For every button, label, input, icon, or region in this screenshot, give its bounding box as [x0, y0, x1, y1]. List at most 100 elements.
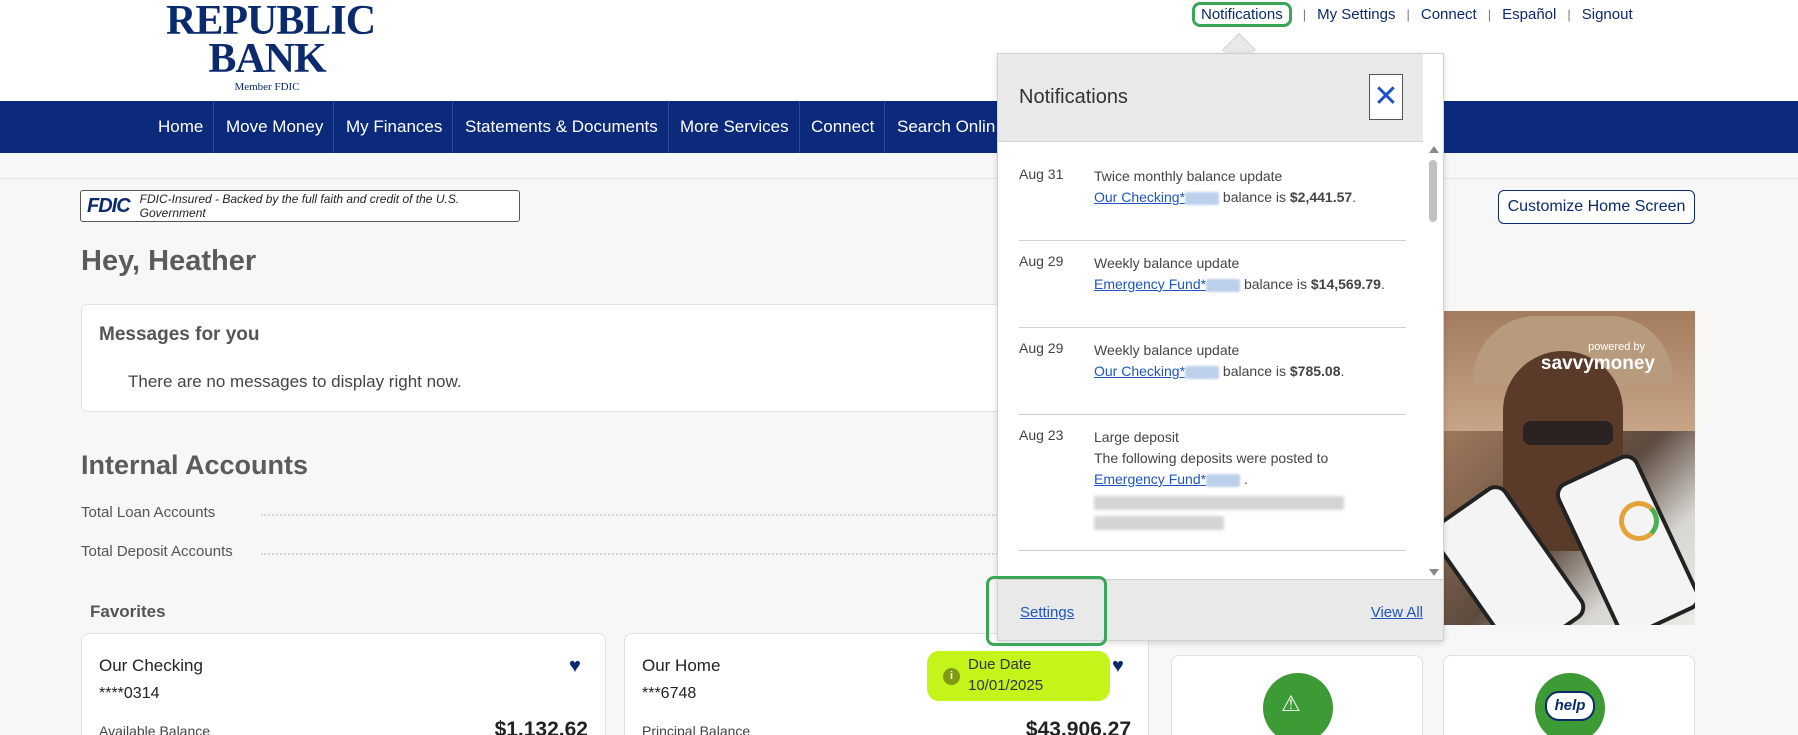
separator: |: [1487, 6, 1492, 22]
logo-line-2: BANK: [208, 36, 326, 82]
republic-bank-logo[interactable]: REPUBLIC BANK Member FDIC: [166, 0, 376, 93]
popup-title: Notifications: [1019, 86, 1128, 108]
redacted-number: [1206, 278, 1241, 292]
account-name: Our Home: [642, 656, 721, 675]
settings-highlight: Settings: [986, 576, 1107, 646]
savvymoney-promo-banner[interactable]: powered by savvymoney: [1443, 311, 1695, 625]
redacted-number: [1206, 473, 1241, 487]
notification-body: Weekly balance update Our Checking* bala…: [1094, 340, 1404, 382]
redacted-number: [1185, 365, 1220, 379]
my-settings-link[interactable]: My Settings: [1317, 6, 1395, 23]
notifications-popup: Notifications ✕ Aug 31 Twice monthly bal…: [986, 53, 1444, 646]
separator: |: [1302, 6, 1307, 22]
tile-help[interactable]: help: [1443, 655, 1695, 735]
greeting: Hey, Heather: [81, 245, 257, 277]
account-link[interactable]: Emergency Fund*: [1094, 471, 1206, 487]
account-number: ****0314: [99, 685, 160, 702]
fdic-text: FDIC-Insured - Backed by the full faith …: [139, 192, 460, 220]
notification-detail: Our Checking* balance is $2,441.57.: [1094, 187, 1404, 208]
total-deposit-accounts-label: Total Deposit Accounts: [81, 543, 233, 560]
notifications-link[interactable]: Notifications: [1192, 1, 1292, 27]
messages-title: Messages for you: [99, 324, 260, 345]
scroll-thumb[interactable]: [1429, 160, 1437, 222]
notification-headline: Large deposit: [1094, 429, 1179, 445]
promo-brand-logo: savvymoney: [1540, 353, 1655, 374]
close-icon[interactable]: ✕: [1369, 74, 1403, 120]
utility-nav: Notifications | My Settings | Connect | …: [1192, 0, 1633, 28]
notification-body: Large deposit The following deposits wer…: [1094, 427, 1404, 530]
notification-detail: Our Checking* balance is $785.08.: [1094, 361, 1404, 382]
balance-amount: $2,441.57: [1289, 189, 1353, 205]
notification-detail: Emergency Fund* .: [1094, 469, 1404, 490]
detail-period: .: [1340, 363, 1345, 379]
popup-footer: Settings View All: [986, 576, 1443, 646]
messages-empty-text: There are no messages to display right n…: [128, 372, 462, 391]
notification-date: Aug 29: [1019, 340, 1064, 356]
nav-item-search-online[interactable]: Search Onlin: [887, 101, 1005, 153]
nav-item-more-services[interactable]: More Services: [670, 101, 800, 153]
total-loan-accounts-row[interactable]: Total Loan Accounts: [81, 504, 1001, 521]
detail-text: balance is: [1219, 189, 1290, 205]
scroll-down-arrow-icon[interactable]: [1429, 569, 1439, 576]
promo-sunglasses-graphic: [1523, 421, 1613, 445]
espanol-link[interactable]: Español: [1502, 6, 1556, 23]
detail-text: balance is: [1240, 276, 1311, 292]
account-card-our-checking[interactable]: Our Checking ****0314 ♥ Available Balanc…: [81, 633, 606, 735]
signout-link[interactable]: Signout: [1582, 6, 1633, 23]
view-all-link[interactable]: View All: [1371, 604, 1423, 621]
notification-item: Aug 29 Weekly balance update Our Checkin…: [1019, 340, 1406, 415]
notification-date: Aug 29: [1019, 253, 1064, 269]
account-link[interactable]: Our Checking*: [1094, 189, 1185, 205]
notification-date: Aug 23: [1019, 427, 1064, 443]
leader-dots: [261, 553, 1001, 555]
scroll-up-arrow-icon[interactable]: [1429, 146, 1439, 153]
separator: |: [1406, 6, 1410, 22]
help-icon: help: [1535, 673, 1605, 735]
due-date-badge: i Due Date 10/01/2025: [927, 651, 1110, 701]
connect-link[interactable]: Connect: [1421, 6, 1477, 23]
card-alert-icon: ⚠: [1263, 673, 1333, 735]
total-loan-accounts-label: Total Loan Accounts: [81, 504, 216, 521]
nav-item-my-finances[interactable]: My Finances: [336, 101, 454, 153]
total-deposit-accounts-row[interactable]: Total Deposit Accounts: [81, 543, 1001, 560]
notification-headline: Weekly balance update: [1094, 342, 1240, 358]
credit-score-gauge-graphic: [1619, 501, 1659, 541]
nav-item-connect[interactable]: Connect: [801, 101, 886, 153]
notification-settings-link[interactable]: Settings: [1020, 604, 1074, 621]
favorite-heart-icon[interactable]: ♥: [569, 656, 589, 676]
notification-item: Aug 31 Twice monthly balance update Our …: [1019, 166, 1406, 241]
redacted-number: [1185, 191, 1220, 205]
promo-powered-by: powered by: [1588, 341, 1645, 353]
notification-headline: Twice monthly balance update: [1094, 168, 1283, 184]
notification-detail: Emergency Fund* balance is $14,569.79.: [1094, 274, 1404, 295]
favorite-heart-icon[interactable]: ♥: [1112, 656, 1132, 676]
tile-fraud-alert[interactable]: ⚠: [1171, 655, 1423, 735]
popup-scrollbar[interactable]: [1428, 146, 1439, 576]
redacted-deposit-detail: [1094, 496, 1344, 510]
redacted-deposit-detail: [1094, 516, 1224, 530]
account-link[interactable]: Emergency Fund*: [1094, 276, 1206, 292]
account-number: ***6748: [642, 685, 697, 702]
separator: |: [1567, 6, 1571, 22]
fdic-notice: FDIC FDIC-Insured - Backed by the full f…: [80, 190, 520, 222]
balance-label: Principal Balance: [642, 723, 751, 735]
notification-body: Twice monthly balance update Our Checkin…: [1094, 166, 1404, 208]
customize-home-screen-button[interactable]: Customize Home Screen: [1498, 190, 1695, 224]
notification-date: Aug 31: [1019, 166, 1064, 182]
balance-amount: $14,569.79: [1310, 276, 1381, 292]
account-link[interactable]: Our Checking*: [1094, 363, 1185, 379]
logo-member-fdic: Member FDIC: [234, 81, 300, 93]
nav-item-home[interactable]: Home: [148, 101, 215, 153]
nav-item-move-money[interactable]: Move Money: [216, 101, 335, 153]
detail-period: .: [1380, 276, 1385, 292]
info-icon: i: [943, 668, 960, 685]
balance-value: $1,132.62: [494, 718, 588, 735]
detail-period: .: [1240, 471, 1248, 487]
nav-item-statements-documents[interactable]: Statements & Documents: [455, 101, 669, 153]
due-date-label: Due Date: [968, 656, 1032, 673]
logo-line-1: REPUBLIC: [166, 0, 376, 44]
fdic-logo: FDIC: [87, 194, 131, 217]
balance-label: Available Balance: [99, 723, 211, 735]
help-label: help: [1545, 691, 1595, 721]
sub-bar: [0, 153, 1798, 179]
